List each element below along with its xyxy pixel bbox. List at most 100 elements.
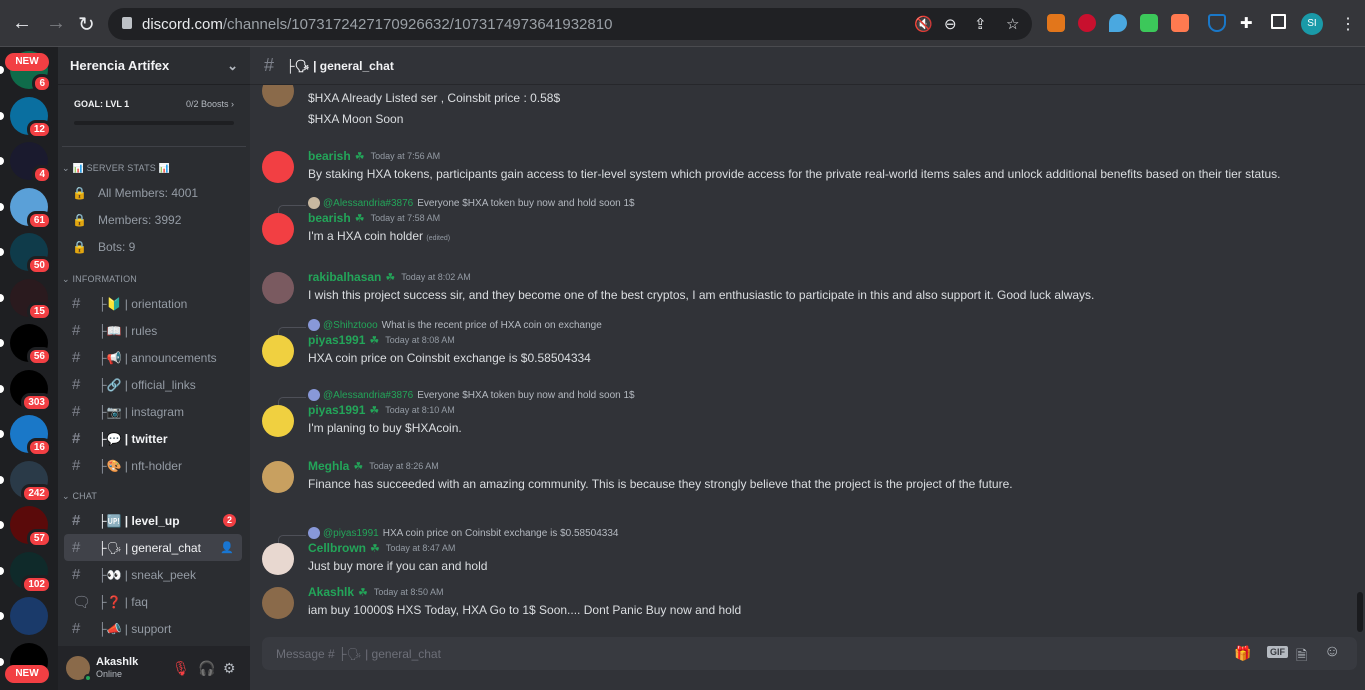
channel-name: announcements: [131, 350, 217, 365]
server-icon[interactable]: 4: [10, 142, 52, 184]
scrollbar[interactable]: [1357, 592, 1363, 632]
mention-badge: 16: [26, 438, 52, 457]
user-avatar[interactable]: [262, 335, 294, 367]
message-author[interactable]: piyas1991: [308, 333, 365, 347]
channel-general_chat[interactable]: # ├ 🗣 | general_chat 👤: [64, 534, 242, 561]
message-author[interactable]: Meghla: [308, 459, 349, 473]
lock-icon: [122, 17, 132, 29]
hashtag-lock-icon: #: [72, 512, 81, 529]
server-icon[interactable]: [10, 597, 48, 635]
address-bar[interactable]: discord.com/channels/1073172427170926632…: [108, 8, 1032, 40]
category-information[interactable]: ⌄ INFORMATION: [58, 268, 250, 290]
stat-channel[interactable]: 🔒 Bots: 9: [64, 233, 242, 260]
puzzle-extensions-icon[interactable]: ✚: [1240, 14, 1258, 32]
channel-prefix: ├: [98, 323, 107, 338]
emoji-icon[interactable]: ☺: [1324, 643, 1340, 661]
reply-preview[interactable]: @Alessandria#3876 Everyone $HXA token buy…: [308, 389, 635, 401]
channel-level_up[interactable]: # ├ 🆙 | level_up 2: [64, 507, 242, 534]
reload-icon[interactable]: ↻: [78, 12, 95, 37]
message-author[interactable]: bearish: [308, 211, 351, 225]
channel-name: official_links: [131, 377, 196, 392]
message-author[interactable]: Akashlk: [308, 85, 354, 87]
message-text: $HXA Moon Soon: [308, 112, 403, 126]
server-icon[interactable]: 16: [10, 415, 52, 457]
a-extension-icon[interactable]: [1171, 14, 1189, 32]
message-author[interactable]: Cellbrown: [308, 541, 366, 555]
reply-author[interactable]: @Alessandria#3876: [323, 390, 413, 401]
url-text[interactable]: discord.com/channels/1073172427170926632…: [142, 16, 612, 33]
reply-preview[interactable]: @piyas1991 HXA coin price on Coinsbit exc…: [308, 527, 618, 539]
channel-header: # ├🗣 | general_chat: [250, 47, 1365, 85]
user-avatar[interactable]: [262, 272, 294, 304]
user-avatar[interactable]: [262, 543, 294, 575]
mic-muted-icon[interactable]: 🎙: [172, 660, 190, 677]
server-icon[interactable]: 12: [10, 96, 52, 139]
user-avatar[interactable]: [262, 151, 294, 183]
message-author[interactable]: piyas1991: [308, 403, 365, 417]
forward-icon[interactable]: →: [46, 12, 66, 35]
message-author[interactable]: Akashlk: [308, 585, 354, 599]
muted-site-icon[interactable]: 🔇: [914, 15, 933, 33]
user-avatar[interactable]: [262, 213, 294, 245]
headphones-icon[interactable]: 🎧: [198, 660, 215, 677]
category-chat[interactable]: ⌄ CHAT: [58, 485, 250, 507]
channel-support[interactable]: # ├ 📣 | support: [64, 615, 242, 642]
server-icon[interactable]: 50: [10, 233, 52, 275]
reply-author[interactable]: @Alessandria#3876: [323, 198, 413, 209]
channel-nft-holder[interactable]: # ├ 🎨 | nft-holder: [64, 452, 242, 479]
sui-extension-icon[interactable]: [1109, 14, 1127, 32]
server-icon[interactable]: 102: [10, 551, 52, 594]
channel-faq[interactable]: 🗨 ├ ❓ | faq: [64, 588, 242, 615]
channel-announcements[interactable]: # ├ 📢 | announcements: [64, 344, 242, 371]
stat-channel[interactable]: 🔒 Members: 3992: [64, 206, 242, 233]
settings-gear-icon[interactable]: ⚙: [223, 660, 236, 677]
shield-extension-icon[interactable]: [1208, 14, 1226, 32]
channel-sneak_peek[interactable]: # ├ 👀 | sneak_peek: [64, 561, 242, 588]
reply-author[interactable]: @Shihztooo: [323, 320, 378, 331]
user-avatar[interactable]: [262, 405, 294, 437]
channel-orientation[interactable]: # ├ 🔰 | orientation: [64, 290, 242, 317]
server-icon[interactable]: 61: [10, 187, 52, 230]
blocker-extension-icon[interactable]: [1078, 14, 1096, 32]
user-avatar[interactable]: [66, 656, 92, 682]
reply-preview[interactable]: @Alessandria#3876 Everyone $HXA token buy…: [308, 197, 635, 209]
channel-rules[interactable]: # ├ 📖 | rules: [64, 317, 242, 344]
metamask-extension-icon[interactable]: [1047, 14, 1065, 32]
server-icon[interactable]: 15: [10, 278, 52, 321]
side-panel-icon[interactable]: [1271, 14, 1286, 29]
server-icon[interactable]: 57: [10, 506, 52, 548]
user-avatar[interactable]: [262, 85, 294, 107]
message-author[interactable]: bearish: [308, 149, 351, 163]
reply-preview[interactable]: @Shihztooo What is the recent price of HX…: [308, 319, 602, 331]
menu-kebab-icon[interactable]: ⋮: [1340, 14, 1356, 34]
boost-goal[interactable]: GOAL: LVL 1 0/2 Boosts ›: [62, 85, 246, 147]
stat-channel[interactable]: 🔒 All Members: 4001: [64, 179, 242, 206]
message-timestamp: Today at 8:02 AM: [401, 272, 471, 282]
gif-button[interactable]: GIF: [1267, 646, 1288, 658]
share-icon[interactable]: ⇪: [974, 15, 987, 33]
reply-author[interactable]: @piyas1991: [323, 528, 379, 539]
message-text: By staking HXA tokens, participants gain…: [308, 167, 1280, 181]
message-input[interactable]: [262, 637, 1222, 670]
server-icon[interactable]: 303: [10, 369, 52, 412]
server-icon[interactable]: 56: [10, 324, 52, 366]
category-server-stats[interactable]: ⌄ 📊 SERVER STATS 📊: [58, 157, 250, 179]
channel-instagram[interactable]: # ├ 📷 | instagram: [64, 398, 242, 425]
user-avatar[interactable]: [262, 461, 294, 493]
bookmark-star-icon[interactable]: ☆: [1006, 15, 1019, 33]
channel-prefix: ├: [98, 350, 107, 365]
channel-official_links[interactable]: # ├ 🔗 | official_links: [64, 371, 242, 398]
frog-extension-icon[interactable]: [1140, 14, 1158, 32]
message-author[interactable]: rakibalhasan: [308, 270, 381, 284]
boost-count: 0/2 Boosts: [185, 99, 229, 109]
server-header[interactable]: Herencia Artifex ⌄: [58, 47, 250, 85]
user-avatar[interactable]: [262, 587, 294, 619]
zoom-out-icon[interactable]: ⊖: [944, 15, 957, 33]
sticker-icon[interactable]: 🗎: [1296, 645, 1307, 669]
server-icon[interactable]: 242: [10, 460, 52, 503]
invite-icon[interactable]: 👤: [220, 541, 234, 554]
channel-twitter[interactable]: # ├ 💬 | twitter: [64, 425, 242, 452]
back-icon[interactable]: ←: [12, 12, 32, 35]
gift-icon[interactable]: 🎁: [1234, 645, 1251, 662]
profile-avatar[interactable]: SI: [1301, 13, 1323, 35]
